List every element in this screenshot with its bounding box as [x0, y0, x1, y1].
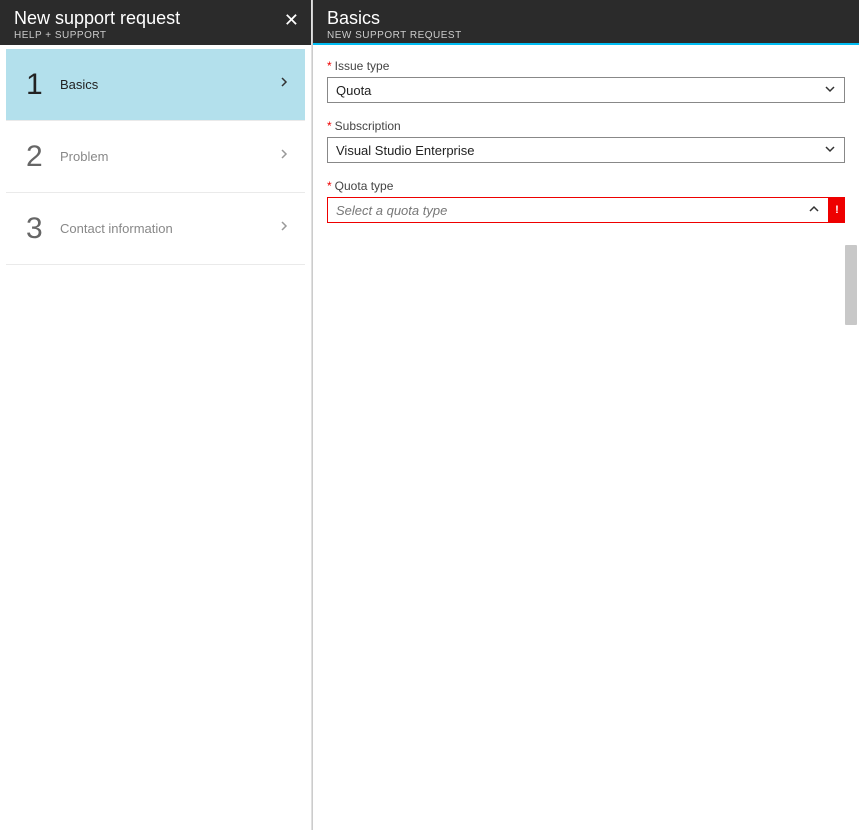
wizard-step-2[interactable]: 2Problem	[6, 121, 305, 193]
issue-type-label: *Issue type	[327, 59, 845, 73]
chevron-up-icon	[808, 203, 820, 218]
issue-type-label-text: Issue type	[335, 59, 390, 73]
wizard-steps: 1Basics2Problem3Contact information	[0, 45, 311, 269]
chevron-down-icon	[824, 83, 836, 98]
step-label: Basics	[60, 77, 279, 92]
step-label: Problem	[60, 149, 279, 164]
wizard-step-3[interactable]: 3Contact information	[6, 193, 305, 265]
quota-type-select[interactable]: Select a quota type	[327, 197, 829, 223]
step-number: 2	[26, 140, 60, 174]
issue-type-group: *Issue type Quota	[327, 59, 845, 103]
issue-type-select[interactable]: Quota	[327, 77, 845, 103]
quota-type-label-text: Quota type	[335, 179, 394, 193]
step-number: 3	[26, 212, 60, 246]
error-badge-icon: !	[829, 197, 845, 223]
right-panel-title: Basics	[327, 8, 845, 29]
chevron-right-icon	[279, 219, 289, 238]
right-panel-subtitle: NEW SUPPORT REQUEST	[327, 30, 845, 41]
right-panel: Basics NEW SUPPORT REQUEST *Issue type Q…	[312, 0, 859, 830]
chevron-down-icon	[824, 143, 836, 158]
form-area: *Issue type Quota *Subscription Visual S…	[313, 45, 859, 223]
left-panel: New support request HELP + SUPPORT ✕ 1Ba…	[0, 0, 312, 830]
left-header: New support request HELP + SUPPORT ✕	[0, 0, 311, 45]
subscription-label: *Subscription	[327, 119, 845, 133]
step-number: 1	[26, 68, 60, 102]
right-header: Basics NEW SUPPORT REQUEST	[313, 0, 859, 45]
scrollbar-thumb[interactable]	[845, 245, 857, 325]
quota-type-placeholder: Select a quota type	[336, 203, 447, 218]
chevron-right-icon	[279, 75, 289, 94]
quota-type-group: *Quota type Select a quota type !	[327, 179, 845, 223]
subscription-select[interactable]: Visual Studio Enterprise	[327, 137, 845, 163]
left-panel-title: New support request	[14, 8, 297, 29]
subscription-label-text: Subscription	[335, 119, 401, 133]
issue-type-value: Quota	[336, 83, 371, 98]
subscription-value: Visual Studio Enterprise	[336, 143, 475, 158]
quota-type-label: *Quota type	[327, 179, 845, 193]
close-icon[interactable]: ✕	[284, 10, 299, 31]
step-label: Contact information	[60, 221, 279, 236]
wizard-step-1[interactable]: 1Basics	[6, 49, 305, 121]
chevron-right-icon	[279, 147, 289, 166]
subscription-group: *Subscription Visual Studio Enterprise	[327, 119, 845, 163]
left-panel-subtitle: HELP + SUPPORT	[14, 30, 297, 41]
